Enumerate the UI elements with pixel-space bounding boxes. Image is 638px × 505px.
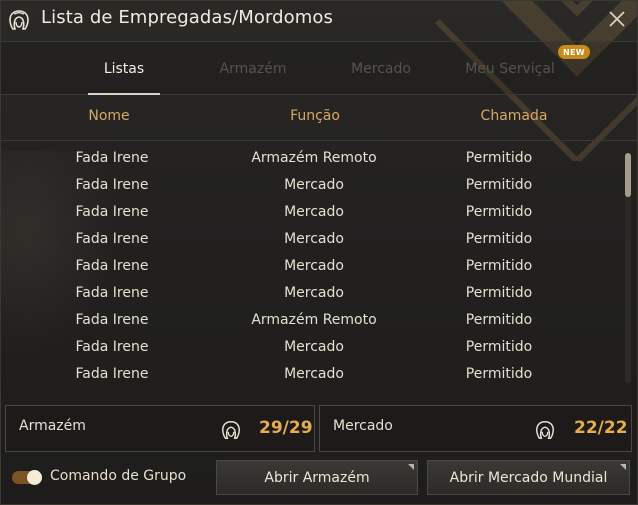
expand-corner-icon: [620, 464, 626, 470]
row-name: Fada Irene: [75, 312, 149, 328]
market-summary-panel: Mercado 22/22: [319, 405, 632, 452]
row-call: Permitido: [465, 339, 533, 355]
warehouse-summary-panel: Armazém 29/29: [5, 405, 315, 452]
row-function: Mercado: [284, 366, 344, 382]
window-title: Lista de Empregadas/Mordomos: [41, 7, 333, 28]
row-name: Fada Irene: [75, 258, 149, 274]
expand-corner-icon: [408, 464, 414, 470]
row-name: Fada Irene: [75, 339, 149, 355]
row-function: Mercado: [284, 177, 344, 193]
warehouse-count: 29/29: [259, 418, 313, 438]
scrollbar-thumb[interactable]: [625, 153, 631, 197]
group-command-toggle[interactable]: [12, 470, 42, 485]
table-row[interactable]: Fada Irene Armazém Remoto Permitido: [1, 307, 621, 334]
tab-listas[interactable]: Listas: [88, 42, 160, 96]
table-row[interactable]: Fada Irene Mercado Permitido: [1, 226, 621, 253]
column-header-name[interactable]: Nome: [88, 108, 129, 124]
table-header: Nome Função Chamada: [1, 96, 637, 141]
warehouse-summary-label: Armazém: [19, 418, 86, 434]
row-function: Mercado: [284, 231, 344, 247]
table-row[interactable]: Fada Irene Mercado Permitido: [1, 199, 621, 226]
row-call: Permitido: [465, 204, 533, 220]
maid-head-icon: [536, 421, 554, 439]
close-icon[interactable]: [607, 9, 627, 29]
list-scrollbar[interactable]: [625, 153, 631, 383]
group-command-label: Comando de Grupo: [50, 468, 187, 484]
maid-head-icon: [222, 421, 240, 439]
row-name: Fada Irene: [75, 366, 149, 382]
row-name: Fada Irene: [75, 231, 149, 247]
title-bar: Lista de Empregadas/Mordomos: [1, 1, 637, 39]
row-name: Fada Irene: [75, 285, 149, 301]
market-summary-label: Mercado: [333, 418, 393, 434]
column-header-function[interactable]: Função: [290, 108, 340, 124]
row-function: Armazém Remoto: [251, 150, 377, 166]
maid-list-window: Lista de Empregadas/Mordomos Listas Arma…: [0, 0, 638, 505]
open-world-market-button-label: Abrir Mercado Mundial: [449, 469, 608, 486]
table-row[interactable]: Fada Irene Armazém Remoto Permitido: [1, 145, 621, 172]
row-name: Fada Irene: [75, 177, 149, 193]
tab-mercado[interactable]: Mercado: [341, 42, 421, 96]
active-tab-indicator: [88, 93, 160, 95]
row-function: Mercado: [284, 258, 344, 274]
table-row[interactable]: Fada Irene Mercado Permitido: [1, 361, 621, 388]
table-row[interactable]: Fada Irene Mercado Permitido: [1, 280, 621, 307]
row-function: Armazém Remoto: [251, 312, 377, 328]
table-row[interactable]: Fada Irene Mercado Permitido: [1, 172, 621, 199]
row-call: Permitido: [465, 231, 533, 247]
maid-list: Fada Irene Armazém Remoto Permitido Fada…: [1, 145, 621, 393]
row-function: Mercado: [284, 204, 344, 220]
row-name: Fada Irene: [75, 204, 149, 220]
row-call: Permitido: [465, 366, 533, 382]
row-call: Permitido: [465, 285, 533, 301]
open-warehouse-button[interactable]: Abrir Armazém: [216, 460, 418, 495]
new-badge: NEW: [558, 45, 590, 59]
open-world-market-button[interactable]: Abrir Mercado Mundial: [427, 460, 630, 495]
row-name: Fada Irene: [75, 150, 149, 166]
tab-armazem[interactable]: Armazém: [211, 42, 295, 96]
tab-bar: Listas Armazém Mercado Meu Serviçal: [1, 41, 637, 96]
column-header-call[interactable]: Chamada: [481, 108, 548, 124]
maid-head-icon: [9, 10, 29, 30]
row-call: Permitido: [465, 312, 533, 328]
open-warehouse-button-label: Abrir Armazém: [264, 469, 370, 486]
table-row[interactable]: Fada Irene Mercado Permitido: [1, 253, 621, 280]
row-call: Permitido: [465, 177, 533, 193]
row-call: Permitido: [465, 150, 533, 166]
toggle-knob: [27, 470, 42, 485]
market-count: 22/22: [574, 418, 628, 438]
row-function: Mercado: [284, 285, 344, 301]
row-call: Permitido: [465, 258, 533, 274]
row-function: Mercado: [284, 339, 344, 355]
tab-meu-servical[interactable]: Meu Serviçal: [459, 42, 561, 96]
table-row[interactable]: Fada Irene Mercado Permitido: [1, 334, 621, 361]
